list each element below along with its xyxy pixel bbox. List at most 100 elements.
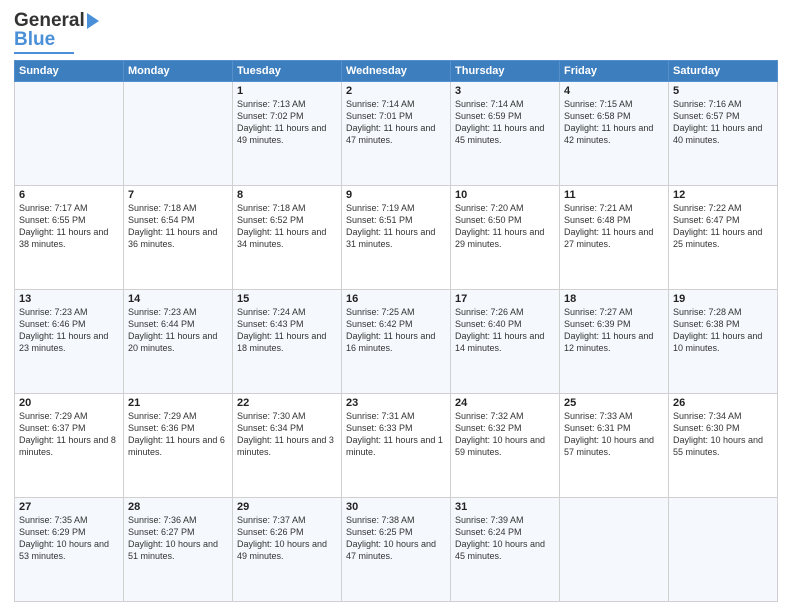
day-number: 12 [673,189,773,201]
day-detail: Sunrise: 7:14 AM Sunset: 7:01 PM Dayligh… [346,98,446,147]
day-number: 16 [346,293,446,305]
calendar-cell: 5Sunrise: 7:16 AM Sunset: 6:57 PM Daylig… [669,82,778,186]
day-detail: Sunrise: 7:39 AM Sunset: 6:24 PM Dayligh… [455,514,555,563]
calendar-cell [124,82,233,186]
calendar-cell: 14Sunrise: 7:23 AM Sunset: 6:44 PM Dayli… [124,290,233,394]
day-detail: Sunrise: 7:19 AM Sunset: 6:51 PM Dayligh… [346,202,446,251]
calendar-cell [560,498,669,602]
day-number: 7 [128,189,228,201]
calendar-cell [15,82,124,186]
logo-arrow-icon [87,13,99,29]
day-number: 31 [455,501,555,513]
day-detail: Sunrise: 7:32 AM Sunset: 6:32 PM Dayligh… [455,410,555,459]
calendar-cell: 31Sunrise: 7:39 AM Sunset: 6:24 PM Dayli… [451,498,560,602]
calendar-cell: 25Sunrise: 7:33 AM Sunset: 6:31 PM Dayli… [560,394,669,498]
day-detail: Sunrise: 7:30 AM Sunset: 6:34 PM Dayligh… [237,410,337,459]
day-detail: Sunrise: 7:25 AM Sunset: 6:42 PM Dayligh… [346,306,446,355]
calendar-cell: 10Sunrise: 7:20 AM Sunset: 6:50 PM Dayli… [451,186,560,290]
day-detail: Sunrise: 7:23 AM Sunset: 6:44 PM Dayligh… [128,306,228,355]
day-detail: Sunrise: 7:21 AM Sunset: 6:48 PM Dayligh… [564,202,664,251]
calendar-cell: 26Sunrise: 7:34 AM Sunset: 6:30 PM Dayli… [669,394,778,498]
day-header-wednesday: Wednesday [342,61,451,82]
day-number: 1 [237,85,337,97]
calendar-cell: 29Sunrise: 7:37 AM Sunset: 6:26 PM Dayli… [233,498,342,602]
calendar-cell: 19Sunrise: 7:28 AM Sunset: 6:38 PM Dayli… [669,290,778,394]
day-number: 27 [19,501,119,513]
day-number: 5 [673,85,773,97]
day-detail: Sunrise: 7:20 AM Sunset: 6:50 PM Dayligh… [455,202,555,251]
calendar-cell: 3Sunrise: 7:14 AM Sunset: 6:59 PM Daylig… [451,82,560,186]
day-detail: Sunrise: 7:22 AM Sunset: 6:47 PM Dayligh… [673,202,773,251]
day-number: 25 [564,397,664,409]
calendar-cell: 1Sunrise: 7:13 AM Sunset: 7:02 PM Daylig… [233,82,342,186]
logo-blue: Blue [14,29,55,51]
day-detail: Sunrise: 7:38 AM Sunset: 6:25 PM Dayligh… [346,514,446,563]
day-detail: Sunrise: 7:28 AM Sunset: 6:38 PM Dayligh… [673,306,773,355]
calendar-cell: 18Sunrise: 7:27 AM Sunset: 6:39 PM Dayli… [560,290,669,394]
day-number: 21 [128,397,228,409]
day-header-monday: Monday [124,61,233,82]
day-detail: Sunrise: 7:29 AM Sunset: 6:37 PM Dayligh… [19,410,119,459]
day-number: 18 [564,293,664,305]
calendar-table: SundayMondayTuesdayWednesdayThursdayFrid… [14,60,778,602]
calendar-cell: 20Sunrise: 7:29 AM Sunset: 6:37 PM Dayli… [15,394,124,498]
day-number: 17 [455,293,555,305]
day-number: 28 [128,501,228,513]
day-detail: Sunrise: 7:31 AM Sunset: 6:33 PM Dayligh… [346,410,446,459]
day-number: 9 [346,189,446,201]
day-number: 26 [673,397,773,409]
calendar-cell: 11Sunrise: 7:21 AM Sunset: 6:48 PM Dayli… [560,186,669,290]
week-row-2: 6Sunrise: 7:17 AM Sunset: 6:55 PM Daylig… [15,186,778,290]
calendar-cell: 23Sunrise: 7:31 AM Sunset: 6:33 PM Dayli… [342,394,451,498]
day-number: 4 [564,85,664,97]
calendar-cell: 24Sunrise: 7:32 AM Sunset: 6:32 PM Dayli… [451,394,560,498]
calendar-cell [669,498,778,602]
calendar-cell: 28Sunrise: 7:36 AM Sunset: 6:27 PM Dayli… [124,498,233,602]
calendar-cell: 4Sunrise: 7:15 AM Sunset: 6:58 PM Daylig… [560,82,669,186]
day-detail: Sunrise: 7:18 AM Sunset: 6:54 PM Dayligh… [128,202,228,251]
page: General Blue SundayMondayTuesdayWednesda… [0,0,792,612]
calendar-cell: 13Sunrise: 7:23 AM Sunset: 6:46 PM Dayli… [15,290,124,394]
week-row-5: 27Sunrise: 7:35 AM Sunset: 6:29 PM Dayli… [15,498,778,602]
calendar-cell: 27Sunrise: 7:35 AM Sunset: 6:29 PM Dayli… [15,498,124,602]
day-number: 22 [237,397,337,409]
day-number: 3 [455,85,555,97]
week-row-4: 20Sunrise: 7:29 AM Sunset: 6:37 PM Dayli… [15,394,778,498]
week-row-3: 13Sunrise: 7:23 AM Sunset: 6:46 PM Dayli… [15,290,778,394]
day-header-tuesday: Tuesday [233,61,342,82]
calendar-cell: 7Sunrise: 7:18 AM Sunset: 6:54 PM Daylig… [124,186,233,290]
calendar-cell: 16Sunrise: 7:25 AM Sunset: 6:42 PM Dayli… [342,290,451,394]
calendar-cell: 22Sunrise: 7:30 AM Sunset: 6:34 PM Dayli… [233,394,342,498]
day-detail: Sunrise: 7:23 AM Sunset: 6:46 PM Dayligh… [19,306,119,355]
day-detail: Sunrise: 7:16 AM Sunset: 6:57 PM Dayligh… [673,98,773,147]
day-number: 10 [455,189,555,201]
day-number: 15 [237,293,337,305]
day-detail: Sunrise: 7:29 AM Sunset: 6:36 PM Dayligh… [128,410,228,459]
calendar-cell: 8Sunrise: 7:18 AM Sunset: 6:52 PM Daylig… [233,186,342,290]
day-detail: Sunrise: 7:35 AM Sunset: 6:29 PM Dayligh… [19,514,119,563]
calendar-cell: 21Sunrise: 7:29 AM Sunset: 6:36 PM Dayli… [124,394,233,498]
calendar-cell: 30Sunrise: 7:38 AM Sunset: 6:25 PM Dayli… [342,498,451,602]
day-detail: Sunrise: 7:36 AM Sunset: 6:27 PM Dayligh… [128,514,228,563]
day-number: 8 [237,189,337,201]
day-number: 24 [455,397,555,409]
logo: General Blue [14,10,99,54]
calendar-cell: 15Sunrise: 7:24 AM Sunset: 6:43 PM Dayli… [233,290,342,394]
day-number: 19 [673,293,773,305]
calendar-cell: 6Sunrise: 7:17 AM Sunset: 6:55 PM Daylig… [15,186,124,290]
day-header-thursday: Thursday [451,61,560,82]
day-detail: Sunrise: 7:13 AM Sunset: 7:02 PM Dayligh… [237,98,337,147]
day-number: 13 [19,293,119,305]
day-detail: Sunrise: 7:24 AM Sunset: 6:43 PM Dayligh… [237,306,337,355]
header-row: SundayMondayTuesdayWednesdayThursdayFrid… [15,61,778,82]
day-number: 23 [346,397,446,409]
week-row-1: 1Sunrise: 7:13 AM Sunset: 7:02 PM Daylig… [15,82,778,186]
day-number: 11 [564,189,664,201]
day-header-friday: Friday [560,61,669,82]
day-detail: Sunrise: 7:27 AM Sunset: 6:39 PM Dayligh… [564,306,664,355]
day-number: 20 [19,397,119,409]
day-detail: Sunrise: 7:34 AM Sunset: 6:30 PM Dayligh… [673,410,773,459]
day-header-saturday: Saturday [669,61,778,82]
day-detail: Sunrise: 7:17 AM Sunset: 6:55 PM Dayligh… [19,202,119,251]
day-number: 29 [237,501,337,513]
